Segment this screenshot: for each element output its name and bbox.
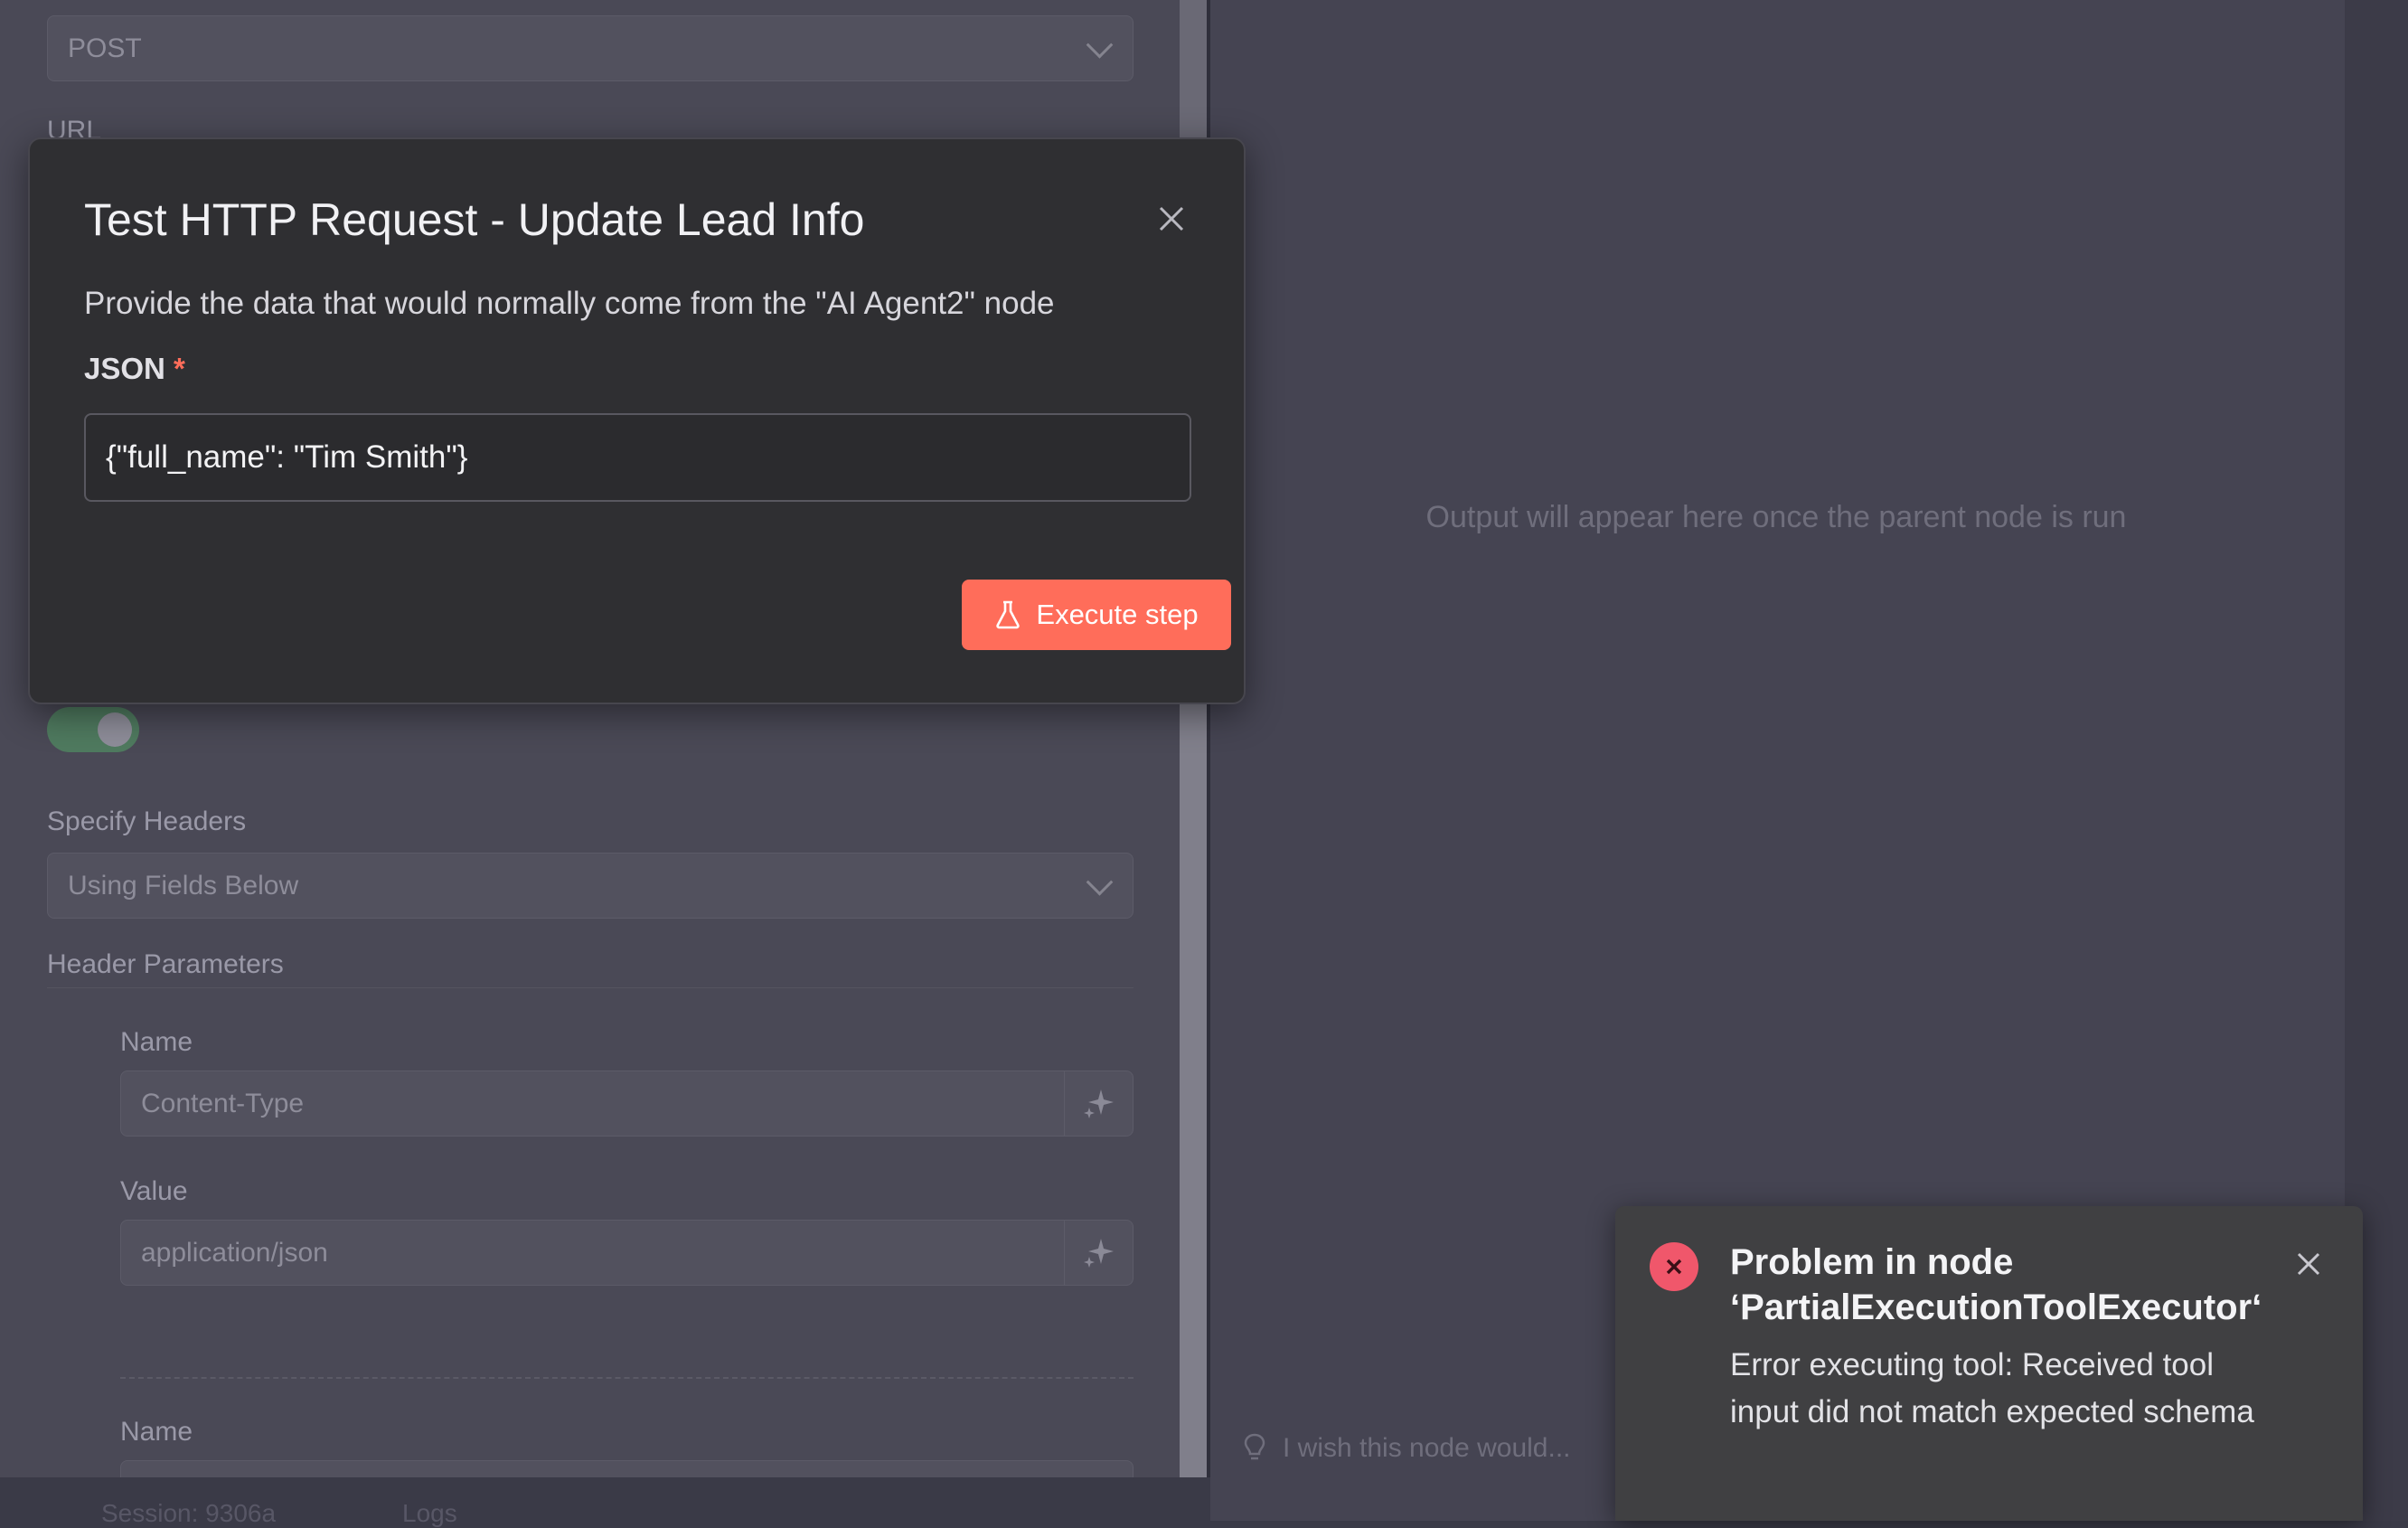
header-value-label: Value	[120, 1176, 188, 1206]
toggle-switch[interactable]	[47, 707, 139, 752]
json-input[interactable]: {"full_name": "Tim Smith"}	[84, 413, 1191, 502]
toast-message: Error executing tool: Received tool inpu…	[1730, 1347, 2254, 1429]
specify-headers-value: Using Fields Below	[68, 870, 299, 901]
header-name-input-2[interactable]	[120, 1460, 1133, 1477]
error-icon	[1650, 1242, 1698, 1291]
toast-close-button[interactable]	[2289, 1244, 2328, 1284]
expression-button[interactable]	[1065, 1220, 1133, 1286]
feedback-text: I wish this node would...	[1283, 1433, 1571, 1463]
scrollbar-thumb[interactable]	[1180, 0, 1207, 145]
execute-step-button[interactable]: Execute step	[962, 580, 1231, 650]
header-parameters-label: Header Parameters	[47, 949, 284, 979]
test-request-modal: Test HTTP Request - Update Lead Info Pro…	[28, 137, 1246, 704]
toast-title: Problem in node ‘PartialExecutionToolExe…	[1730, 1242, 2262, 1327]
header-value-value: application/json	[141, 1237, 328, 1268]
header-value-input[interactable]: application/json	[120, 1220, 1065, 1286]
logs-tab[interactable]: Logs	[402, 1499, 457, 1528]
toggle-knob	[98, 712, 132, 747]
json-label-text: JSON	[84, 352, 165, 385]
chevron-down-icon	[1086, 31, 1114, 59]
specify-headers-select[interactable]: Using Fields Below	[47, 853, 1133, 919]
execute-step-label: Execute step	[1036, 599, 1199, 630]
feedback-row[interactable]: I wish this node would...	[1243, 1433, 1571, 1464]
modal-title: Test HTTP Request - Update Lead Info	[84, 194, 865, 245]
item-separator	[120, 1377, 1133, 1379]
required-marker: *	[174, 352, 185, 385]
session-label: Session: 9306a	[101, 1499, 277, 1527]
method-value: POST	[68, 33, 142, 63]
modal-description: Provide the data that would normally com…	[84, 286, 1055, 321]
chevron-down-icon	[1086, 868, 1114, 896]
section-divider	[47, 987, 1133, 988]
error-toast: Problem in node ‘PartialExecutionToolExe…	[1615, 1206, 2363, 1521]
json-label: JSON *	[84, 352, 185, 386]
expression-button[interactable]	[1065, 1071, 1133, 1137]
sparkle-icon	[1083, 1238, 1114, 1268]
output-placeholder: Output will appear here once the parent …	[1425, 500, 2127, 534]
close-icon	[2297, 1252, 2320, 1276]
json-input-value: {"full_name": "Tim Smith"}	[106, 439, 468, 475]
specify-headers-label: Specify Headers	[47, 806, 247, 836]
header-name-value: Content-Type	[141, 1088, 305, 1118]
header-name-label: Name	[120, 1027, 193, 1057]
close-icon	[1159, 206, 1184, 231]
flask-icon	[996, 600, 1021, 629]
lightbulb-icon	[1244, 1433, 1265, 1460]
header-name-label-2: Name	[120, 1417, 193, 1447]
close-button[interactable]	[1146, 193, 1197, 244]
header-name-input[interactable]: Content-Type	[120, 1071, 1065, 1137]
sparkle-icon	[1083, 1089, 1114, 1118]
method-select[interactable]: POST	[47, 15, 1133, 81]
